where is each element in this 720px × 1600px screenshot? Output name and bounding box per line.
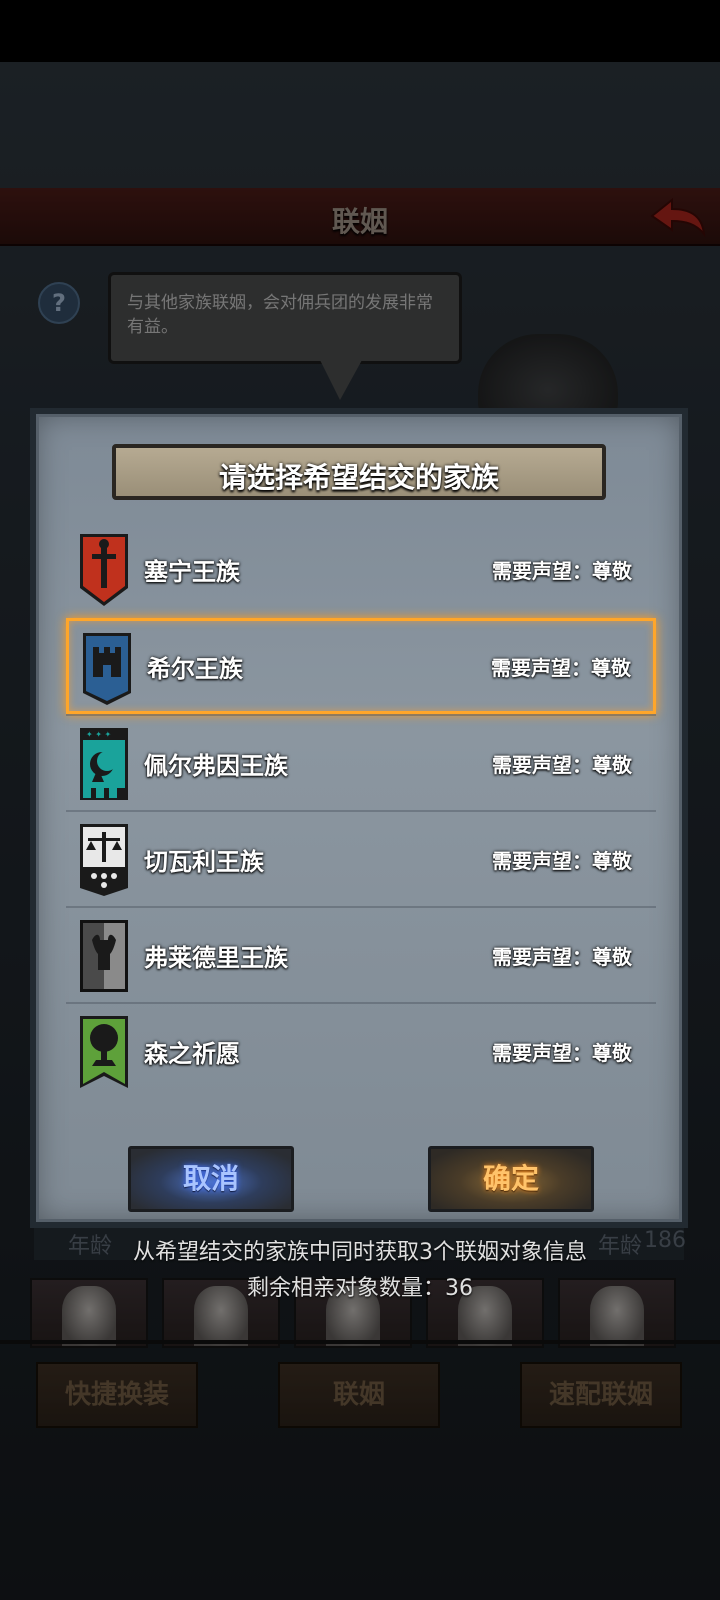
- family-requirement: 需要声望：尊敬: [492, 753, 632, 777]
- family-name: 希尔王族: [147, 655, 243, 683]
- family-requirement: 需要声望：尊敬: [492, 559, 632, 583]
- red-sword-crest-icon: [80, 534, 128, 606]
- family-row-xier[interactable]: 希尔王族 需要声望：尊敬: [66, 618, 656, 714]
- remaining-count-text: 剩余相亲对象数量：36: [247, 1276, 473, 1301]
- teal-moon-crest-icon: ✦ ✦ ✦: [80, 728, 128, 800]
- family-row-qiewali[interactable]: 切瓦利王族 需要声望：尊敬: [66, 810, 656, 906]
- cancel-button[interactable]: 取消: [128, 1146, 294, 1212]
- family-row-sening[interactable]: 塞宁王族 需要声望：尊敬: [66, 522, 656, 618]
- family-name: 弗莱德里王族: [144, 944, 288, 972]
- family-name: 切瓦利王族: [144, 848, 264, 876]
- status-bar: [0, 0, 720, 62]
- family-row-fulaideli[interactable]: 弗莱德里王族 需要声望：尊敬: [66, 906, 656, 1002]
- blue-fortress-crest-icon: [83, 633, 131, 705]
- family-row-senzhiqiyuan[interactable]: 森之祈愿 需要声望：尊敬: [66, 1002, 656, 1098]
- white-scales-crest-icon: [80, 824, 128, 896]
- black-bull-crest-icon: [80, 920, 128, 992]
- green-tree-crest-icon: [80, 1016, 128, 1088]
- family-requirement: 需要声望：尊敬: [492, 1041, 632, 1065]
- family-requirement: 需要声望：尊敬: [492, 945, 632, 969]
- family-name: 塞宁王族: [144, 558, 240, 586]
- info-text: 从希望结交的家族中同时获取3个联姻对象信息: [133, 1240, 587, 1265]
- family-name: 森之祈愿: [144, 1040, 240, 1068]
- family-row-peierfuyin[interactable]: ✦ ✦ ✦ 佩尔弗因王族 需要声望：尊敬: [66, 714, 656, 810]
- family-requirement: 需要声望：尊敬: [491, 656, 631, 680]
- family-name: 佩尔弗因王族: [144, 752, 288, 780]
- svg-text:✦ ✦ ✦: ✦ ✦ ✦: [86, 730, 111, 739]
- confirm-button[interactable]: 确定: [428, 1146, 594, 1212]
- family-requirement: 需要声望：尊敬: [492, 849, 632, 873]
- dialog-title: 请选择希望结交的家族: [218, 461, 499, 494]
